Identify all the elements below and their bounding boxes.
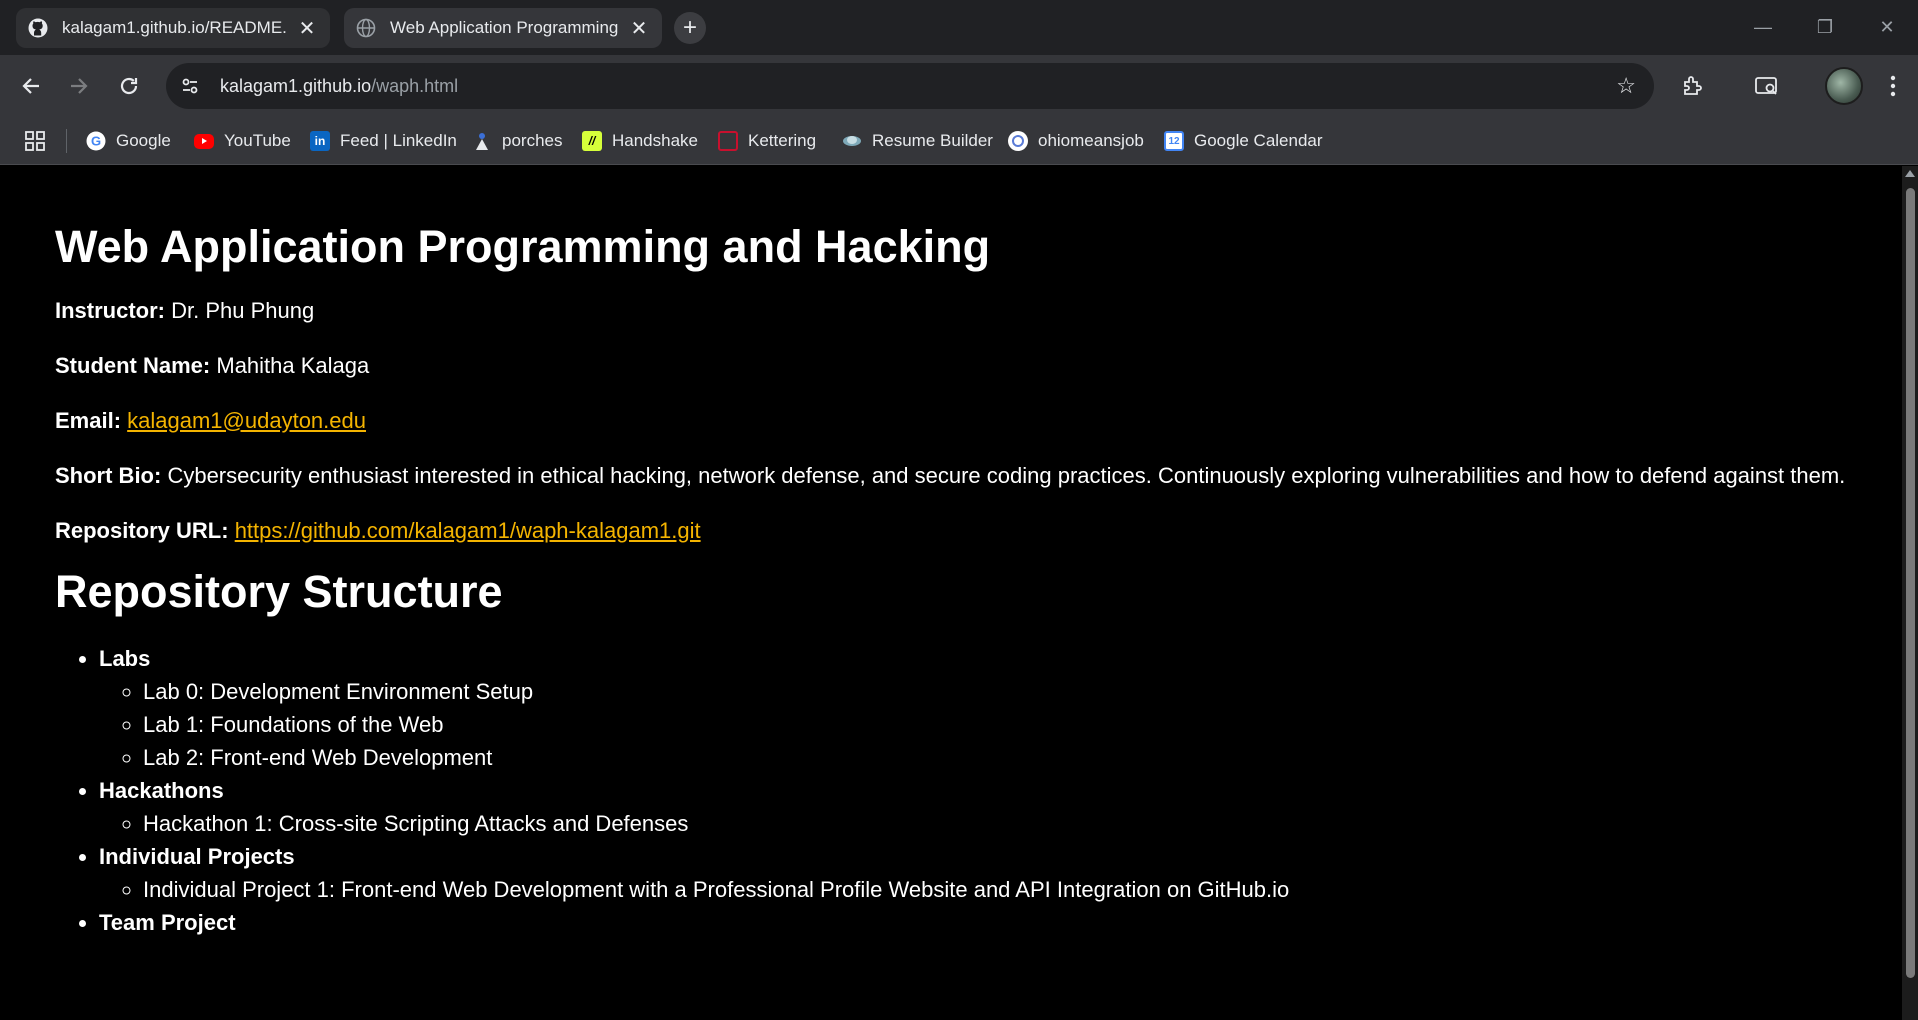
instructor-value: Dr. Phu Phung (165, 297, 315, 323)
bookmark-star-icon[interactable]: ☆ (1616, 73, 1636, 99)
list-item: Labs Lab 0: Development Environment Setu… (99, 642, 1847, 774)
sub-list-item: Individual Project 1: Front-end Web Deve… (143, 873, 1847, 906)
bookmark-kettering[interactable]: Kettering (718, 125, 816, 157)
ohiomeansjobs-icon (1008, 131, 1028, 151)
bookmark-youtube[interactable]: YouTube (194, 125, 291, 157)
bio-value: Cybersecurity enthusiast interested in e… (161, 462, 1846, 488)
page-content: Web Application Programming and Hacking … (0, 166, 1902, 1020)
email-link[interactable]: kalagam1@udayton.edu (127, 408, 366, 433)
svg-text:G: G (91, 134, 101, 149)
tab-title: Web Application Programming (390, 18, 619, 37)
google-icon: G (86, 131, 106, 151)
bookmarks-divider (66, 129, 67, 153)
sub-list-item: Lab 2: Front-end Web Development (143, 741, 1847, 774)
bookmark-label: Feed | LinkedIn (340, 131, 457, 150)
bookmark-google-calendar[interactable]: 12 Google Calendar (1164, 125, 1323, 157)
menu-kebab-icon[interactable] (1874, 67, 1912, 105)
bookmark-handshake[interactable]: // Handshake (582, 125, 698, 157)
minimize-icon[interactable]: — (1732, 0, 1794, 55)
toolbar: kalagam1.github.io/waph.html ☆ (0, 55, 1918, 117)
student-line: Student Name: Mahitha Kalaga (55, 349, 1847, 382)
sub-list: Individual Project 1: Front-end Web Deve… (99, 873, 1847, 906)
list-item-label: Team Project (99, 910, 236, 935)
repo-line: Repository URL: https://github.com/kalag… (55, 514, 1847, 547)
handshake-icon: // (582, 131, 602, 151)
bookmark-label: Google (116, 131, 171, 150)
list-item-label: Labs (99, 646, 151, 671)
kettering-icon (718, 131, 738, 151)
globe-icon (356, 18, 376, 38)
list-item-label: Hackathons (99, 778, 224, 803)
structure-heading: Repository Structure (55, 565, 503, 617)
instructor-label: Instructor: (55, 297, 165, 323)
page-title: Web Application Programming and Hacking (55, 221, 991, 272)
sub-list: Hackathon 1: Cross-site Scripting Attack… (99, 807, 1847, 840)
sub-list-item: Lab 0: Development Environment Setup (143, 675, 1847, 708)
reload-icon[interactable] (110, 67, 148, 105)
bookmark-resume-builder[interactable]: Resume Builder (842, 125, 993, 157)
bio-label: Short Bio: (55, 462, 162, 488)
google-calendar-icon: 12 (1164, 131, 1184, 151)
linkedin-icon: in (310, 131, 330, 151)
bookmark-label: YouTube (224, 131, 291, 150)
new-tab-button[interactable]: + (674, 12, 706, 44)
apps-grid-icon[interactable] (24, 125, 46, 157)
tab-waph[interactable]: Web Application Programming ✕ (344, 8, 662, 48)
list-item: Hackathons Hackathon 1: Cross-site Scrip… (99, 774, 1847, 840)
url-host: kalagam1.github.io (220, 75, 372, 96)
sub-list-item: Hackathon 1: Cross-site Scripting Attack… (143, 807, 1847, 840)
list-item: Team Project (99, 906, 1847, 939)
email-line: Email: kalagam1@udayton.edu (55, 404, 1847, 437)
close-tab-icon[interactable]: ✕ (296, 17, 318, 40)
bookmark-label: Resume Builder (872, 131, 993, 150)
sub-list-item: Lab 1: Foundations of the Web (143, 708, 1847, 741)
instructor-line: Instructor: Dr. Phu Phung (55, 294, 1847, 327)
tab-search-icon[interactable] (1748, 67, 1786, 105)
extensions-icon[interactable] (1674, 67, 1712, 105)
forward-icon[interactable] (60, 67, 98, 105)
url-path: /waph.html (371, 75, 459, 96)
bookmark-linkedin[interactable]: in Feed | LinkedIn (310, 125, 457, 157)
page-scrollbar[interactable] (1902, 166, 1918, 1020)
back-icon[interactable] (12, 67, 50, 105)
youtube-icon (194, 133, 214, 149)
scrollbar-thumb[interactable] (1906, 188, 1915, 978)
scroll-up-icon[interactable] (1905, 170, 1915, 177)
github-icon (28, 18, 48, 38)
student-label: Student Name: (55, 352, 211, 378)
list-item: Individual Projects Individual Project 1… (99, 840, 1847, 906)
porches-icon (472, 131, 492, 151)
tab-readme[interactable]: kalagam1.github.io/README.m ✕ (16, 8, 330, 48)
bio-line: Short Bio: Cybersecurity enthusiast inte… (55, 459, 1847, 492)
repo-link[interactable]: https://github.com/kalagam1/waph-kalagam… (235, 518, 701, 543)
sub-list: Lab 0: Development Environment Setup Lab… (99, 675, 1847, 774)
bookmark-porches[interactable]: porches (472, 125, 562, 157)
resume-builder-icon (842, 131, 862, 151)
bookmark-label: Google Calendar (1194, 131, 1323, 150)
list-item-label: Individual Projects (99, 844, 295, 869)
site-info-icon[interactable] (174, 70, 206, 102)
close-tab-icon[interactable]: ✕ (628, 17, 650, 40)
bookmark-ohiomeansjob[interactable]: ohiomeansjob (1008, 125, 1144, 157)
bookmark-label: Kettering (748, 131, 817, 150)
address-bar[interactable]: kalagam1.github.io/waph.html ☆ (166, 63, 1654, 109)
bookmark-google[interactable]: G Google (86, 125, 171, 157)
structure-list: Labs Lab 0: Development Environment Setu… (55, 642, 1847, 939)
bookmarks-bar: G Google YouTube in Feed | LinkedIn porc… (0, 117, 1918, 165)
student-value: Mahitha Kalaga (210, 352, 370, 378)
url-text: kalagam1.github.io/waph.html (220, 76, 458, 97)
bookmark-label: ohiomeansjob (1038, 131, 1144, 150)
profile-avatar[interactable] (1825, 67, 1863, 105)
email-label: Email: (55, 407, 122, 433)
bookmark-label: porches (502, 131, 563, 150)
repo-label: Repository URL: (55, 517, 229, 543)
tab-title: kalagam1.github.io/README.m (62, 18, 288, 37)
tab-strip: kalagam1.github.io/README.m ✕ Web Applic… (0, 0, 1918, 55)
restore-icon[interactable]: ❐ (1794, 0, 1856, 55)
close-window-icon[interactable]: ✕ (1856, 0, 1918, 55)
bookmark-label: Handshake (612, 131, 699, 150)
